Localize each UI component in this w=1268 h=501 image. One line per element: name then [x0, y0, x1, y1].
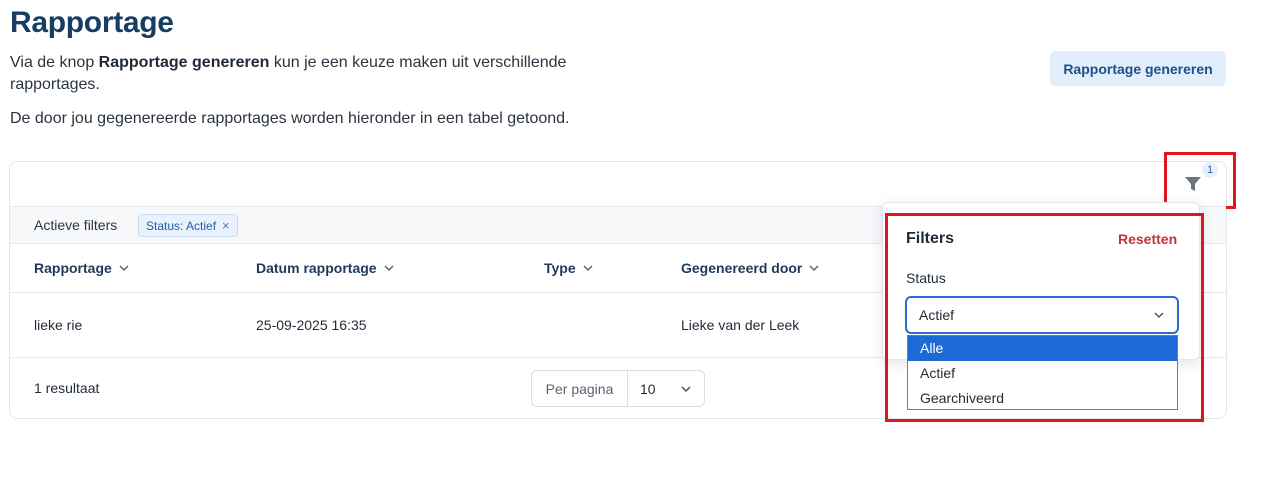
column-header-label: Rapportage — [34, 260, 112, 276]
filter-chip-label: Status: Actief — [146, 218, 217, 233]
per-page-selector[interactable]: Per pagina 10 — [531, 370, 705, 407]
page-title: Rapportage — [10, 6, 174, 39]
column-header-type[interactable]: Type — [544, 260, 594, 276]
chip-remove-icon[interactable]: × — [222, 218, 230, 233]
column-header-rapportage[interactable]: Rapportage — [34, 260, 130, 276]
intro-bold: Rapportage genereren — [98, 54, 270, 71]
column-header-label: Type — [544, 260, 576, 276]
generate-report-button[interactable]: Rapportage genereren — [1050, 51, 1226, 86]
chevron-down-icon — [809, 265, 819, 272]
column-header-label: Gegenereerd door — [681, 260, 803, 276]
cell-rapportage[interactable]: lieke rie — [34, 317, 82, 333]
highlight-box-filter-panel — [885, 213, 1204, 422]
per-page-value: 10 — [640, 380, 656, 397]
intro-text: Via de knop Rapportage genereren kun je … — [10, 52, 630, 96]
chevron-down-icon — [681, 385, 691, 392]
cell-datum: 25-09-2025 16:35 — [256, 317, 367, 333]
chevron-down-icon — [583, 265, 593, 272]
filter-chip-status[interactable]: Status: Actief × — [138, 214, 238, 237]
column-header-datum[interactable]: Datum rapportage — [256, 260, 395, 276]
active-filters-label: Actieve filters — [34, 217, 118, 233]
column-header-label: Datum rapportage — [256, 260, 377, 276]
per-page-label: Per pagina — [532, 371, 628, 406]
column-header-gegenereerd-door[interactable]: Gegenereerd door — [681, 260, 820, 276]
cell-gegenereerd-door: Lieke van der Leek — [681, 317, 800, 333]
results-count: 1 resultaat — [34, 380, 100, 396]
intro-prefix: Via de knop — [10, 54, 99, 71]
chevron-down-icon — [384, 265, 394, 272]
per-page-select[interactable]: 10 — [628, 381, 704, 397]
chevron-down-icon — [119, 265, 129, 272]
highlight-box-filter-toggle — [1164, 152, 1236, 209]
intro-text-2: De door jou gegenereerde rapportages wor… — [10, 110, 570, 127]
